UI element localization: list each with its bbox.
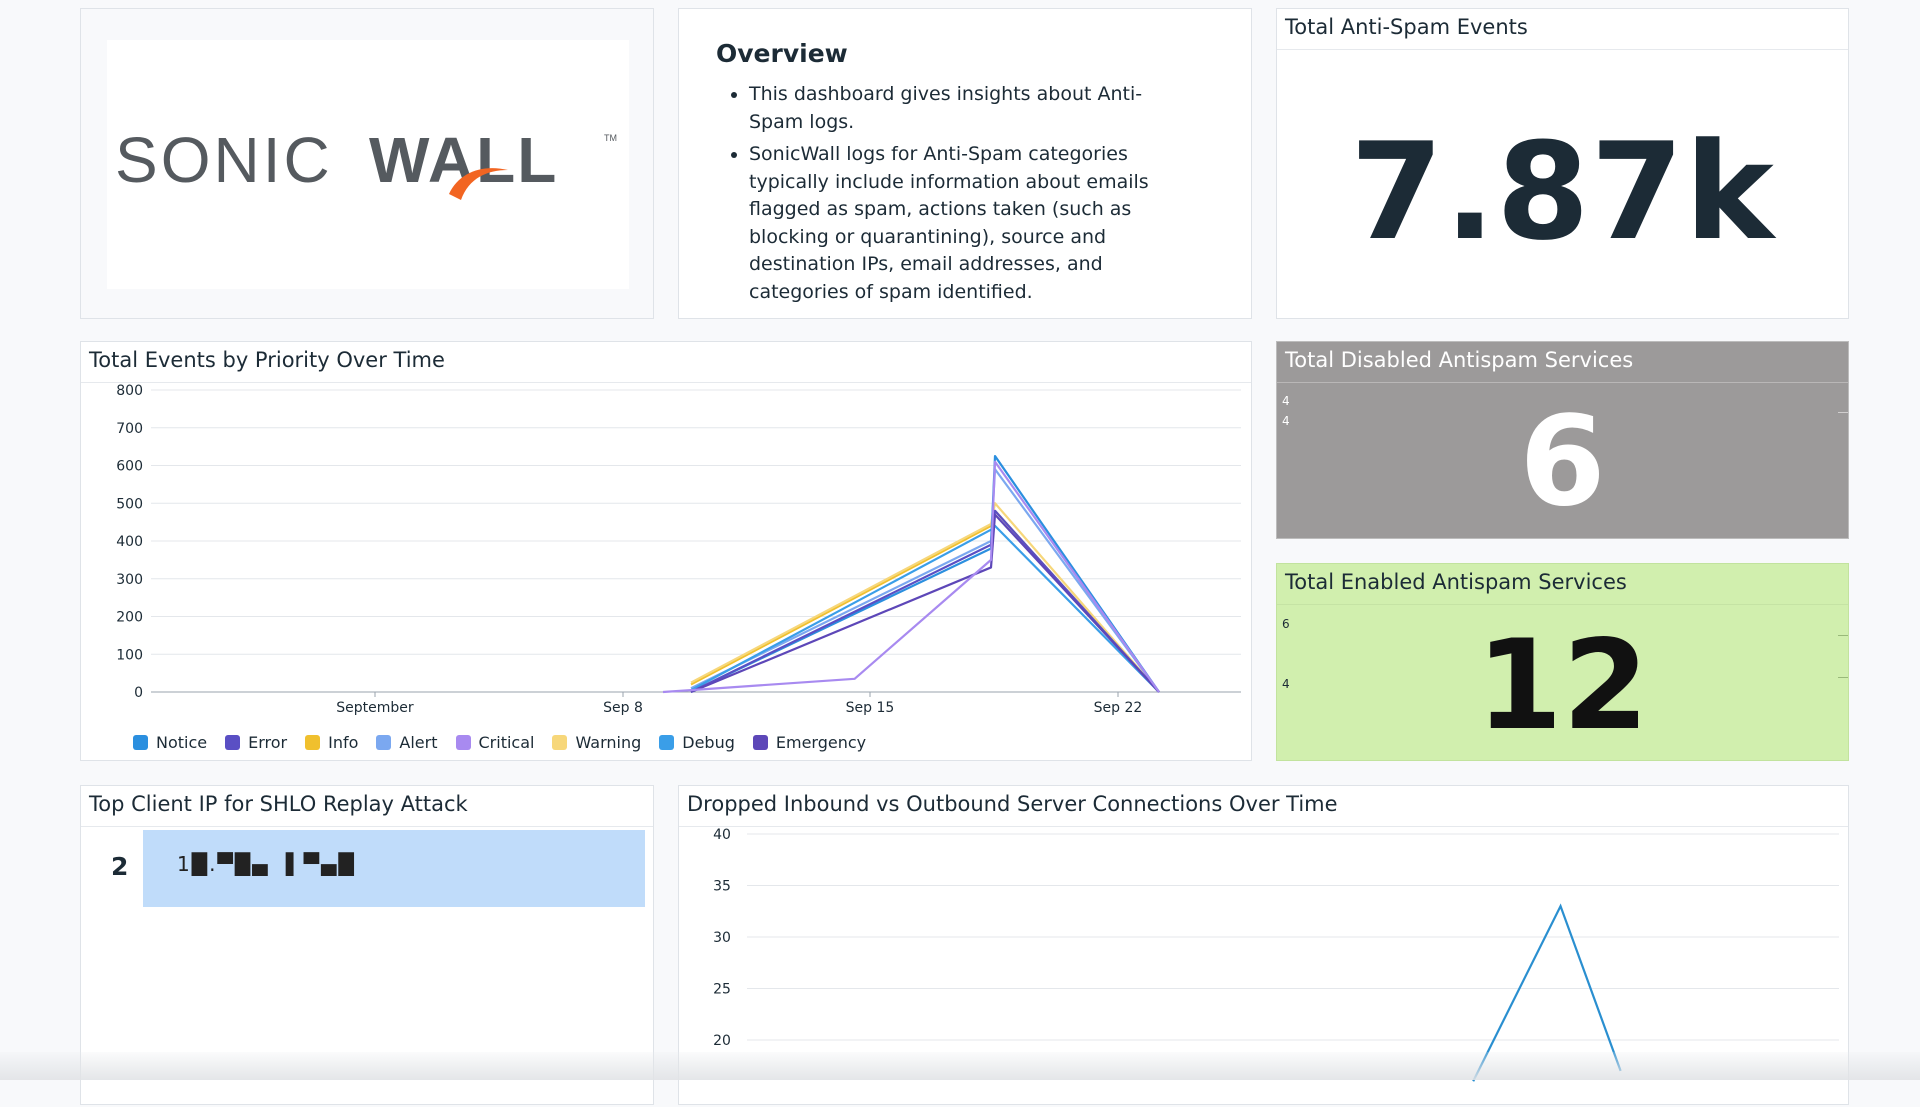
legend-swatch: [552, 735, 568, 750]
stat-value: 7.87k: [1350, 114, 1775, 270]
title-divider: [1277, 382, 1848, 383]
chart-legend: Notice Error Info Alert Critical Warning Debug…: [133, 733, 866, 752]
y-tick-label: 20: [713, 1033, 731, 1049]
legend-label: Debug: [682, 733, 735, 752]
legend-swatch: [376, 735, 392, 750]
total-anti-spam-events-panel[interactable]: Total Anti-Spam Events 7.87k: [1276, 8, 1849, 319]
legend-label: Alert: [399, 733, 438, 752]
legend-swatch: [225, 735, 241, 750]
ip-value: 1█.▀█▄ ▐ ▀▄█: [177, 852, 356, 876]
legend-swatch: [455, 735, 471, 750]
legend-item-notice[interactable]: Notice: [133, 733, 207, 752]
y-tick-label: 100: [116, 647, 143, 663]
stat-value: 6: [1519, 390, 1606, 534]
scroll-fade: [0, 1052, 1920, 1080]
panel-title: Top Client IP for SHLO Replay Attack: [89, 792, 468, 816]
legend-label: Critical: [478, 733, 535, 752]
series-line-info[interactable]: [690, 509, 1160, 693]
overview-panel: Overview This dashboard gives insights a…: [678, 8, 1252, 319]
title-divider: [81, 826, 653, 827]
overview-list: This dashboard gives insights about Anti…: [749, 81, 1194, 311]
legend-swatch: [659, 735, 675, 750]
y-tick-label: 35: [713, 879, 731, 895]
legend-item-error[interactable]: Error: [225, 733, 287, 752]
title-divider: [1277, 49, 1848, 50]
rank-number: 2: [111, 852, 129, 881]
legend-swatch: [752, 735, 768, 750]
legend-swatch: [133, 735, 148, 750]
overview-bullet: SonicWall logs for Anti-Spam categories …: [749, 141, 1194, 306]
sonicwall-logo: SONIC WALL TM: [107, 40, 629, 289]
logo-tm: TM: [604, 133, 617, 143]
y-tick-label: 200: [116, 610, 143, 626]
panel-title: Total Anti-Spam Events: [1285, 15, 1528, 39]
legend-item-emergency[interactable]: Emergency: [752, 733, 867, 752]
legend-label: Emergency: [775, 733, 867, 752]
legend-label: Error: [248, 733, 288, 752]
legend-item-info[interactable]: Info: [305, 733, 358, 752]
series-line-error[interactable]: [690, 509, 1160, 693]
logo-text-sonic: SONIC: [115, 124, 333, 196]
legend-item-debug[interactable]: Debug: [659, 733, 735, 752]
x-tick-label: September: [336, 700, 414, 716]
y-tick-label: 40: [713, 827, 731, 843]
events-by-priority-chart-panel[interactable]: Total Events by Priority Over Time 0 100 2…: [80, 341, 1252, 761]
legend-item-critical[interactable]: Critical: [455, 733, 535, 752]
panel-title: Dropped Inbound vs Outbound Server Conne…: [687, 792, 1338, 816]
y-tick-label: 800: [116, 383, 143, 399]
overview-bullet: This dashboard gives insights about Anti…: [749, 81, 1194, 136]
series-line-debug[interactable]: [690, 524, 1160, 693]
overview-heading: Overview: [716, 39, 848, 68]
legend-item-alert[interactable]: Alert: [376, 733, 438, 752]
legend-item-warning[interactable]: Warning: [552, 733, 641, 752]
y-tick-label: 0: [134, 685, 143, 701]
legend-label: Warning: [575, 733, 642, 752]
total-enabled-antispam-services-panel[interactable]: Total Enabled Antispam Services 6 4 12: [1276, 563, 1849, 761]
y-tick-label: 400: [116, 534, 143, 550]
legend-label: Info: [328, 733, 359, 752]
panel-title: Total Disabled Antispam Services: [1285, 348, 1634, 372]
legend-swatch: [305, 735, 321, 750]
y-tick-label: 25: [713, 982, 731, 998]
y-tick-label: 300: [116, 572, 143, 588]
ip-bar[interactable]: 1█.▀█▄ ▐ ▀▄█: [143, 830, 645, 907]
y-tick-label: 30: [713, 930, 731, 946]
y-tick-label: 700: [116, 421, 143, 437]
x-tick-label: Sep 22: [1094, 700, 1143, 716]
panel-title: Total Enabled Antispam Services: [1285, 570, 1627, 594]
logo-panel: SONIC WALL TM: [80, 8, 654, 319]
y-tick-label: 600: [116, 459, 143, 475]
x-tick-label: Sep 15: [846, 700, 895, 716]
total-disabled-antispam-services-panel[interactable]: Total Disabled Antispam Services 4 4 6: [1276, 341, 1849, 539]
x-tick-label: Sep 8: [603, 700, 643, 716]
stat-value: 12: [1476, 614, 1649, 758]
panel-title: Total Events by Priority Over Time: [89, 348, 445, 372]
title-divider: [1277, 604, 1848, 605]
y-tick-label: 500: [116, 496, 143, 512]
priority-line-chart[interactable]: 0 100 200 300 400 500 600 700 800 September Sep 8 S…: [81, 383, 1251, 731]
legend-label: Notice: [156, 733, 208, 752]
